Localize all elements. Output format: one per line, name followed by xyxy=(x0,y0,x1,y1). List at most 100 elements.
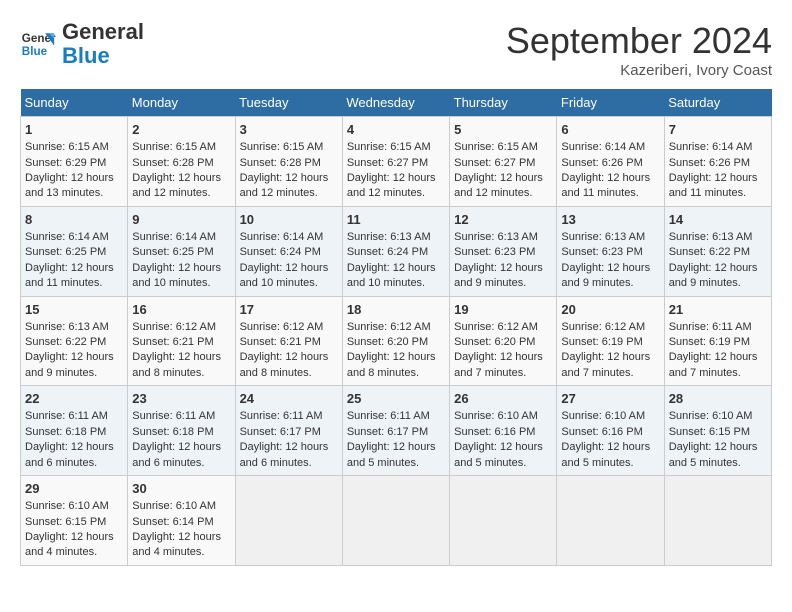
day-info-line: Daylight: 12 hours xyxy=(132,350,230,365)
day-info-line: and 10 minutes. xyxy=(132,276,230,291)
day-number: 2 xyxy=(132,121,230,139)
day-info-line: and 8 minutes. xyxy=(347,366,445,381)
day-info-line: Daylight: 12 hours xyxy=(240,261,338,276)
day-info-line: Daylight: 12 hours xyxy=(454,171,552,186)
day-info-line: and 7 minutes. xyxy=(669,366,767,381)
header-saturday: Saturday xyxy=(664,89,771,117)
day-info-line: and 13 minutes. xyxy=(25,186,123,201)
calendar-day-1: 1Sunrise: 6:15 AMSunset: 6:29 PMDaylight… xyxy=(21,117,128,207)
day-info-line: Sunset: 6:16 PM xyxy=(454,425,552,440)
day-info-line: Daylight: 12 hours xyxy=(669,171,767,186)
day-info-line: Sunrise: 6:10 AM xyxy=(669,409,767,424)
calendar-day-2: 2Sunrise: 6:15 AMSunset: 6:28 PMDaylight… xyxy=(128,117,235,207)
day-info-line: and 12 minutes. xyxy=(240,186,338,201)
day-info-line: Sunset: 6:20 PM xyxy=(454,335,552,350)
day-info-line: Sunrise: 6:15 AM xyxy=(240,140,338,155)
day-info-line: Daylight: 12 hours xyxy=(132,171,230,186)
logo-icon: General Blue xyxy=(20,26,56,62)
day-info-line: Daylight: 12 hours xyxy=(561,261,659,276)
calendar-day-6: 6Sunrise: 6:14 AMSunset: 6:26 PMDaylight… xyxy=(557,117,664,207)
day-info-line: Sunset: 6:25 PM xyxy=(25,245,123,260)
day-info-line: Sunrise: 6:13 AM xyxy=(25,320,123,335)
day-info-line: Sunset: 6:20 PM xyxy=(347,335,445,350)
day-info-line: Sunset: 6:27 PM xyxy=(347,156,445,171)
day-info-line: Daylight: 12 hours xyxy=(669,350,767,365)
month-title: September 2024 xyxy=(506,20,772,62)
day-info-line: Sunrise: 6:15 AM xyxy=(25,140,123,155)
day-number: 19 xyxy=(454,301,552,319)
day-info-line: Sunrise: 6:12 AM xyxy=(240,320,338,335)
day-info-line: and 4 minutes. xyxy=(25,545,123,560)
day-info-line: Sunset: 6:28 PM xyxy=(240,156,338,171)
day-number: 25 xyxy=(347,390,445,408)
day-number: 8 xyxy=(25,211,123,229)
day-info-line: Sunrise: 6:14 AM xyxy=(240,230,338,245)
day-info-line: and 5 minutes. xyxy=(561,456,659,471)
calendar-day-4: 4Sunrise: 6:15 AMSunset: 6:27 PMDaylight… xyxy=(342,117,449,207)
day-info-line: Sunrise: 6:11 AM xyxy=(25,409,123,424)
day-info-line: and 4 minutes. xyxy=(132,545,230,560)
day-info-line: Sunrise: 6:10 AM xyxy=(561,409,659,424)
day-info-line: and 11 minutes. xyxy=(25,276,123,291)
day-info-line: and 6 minutes. xyxy=(132,456,230,471)
calendar-empty xyxy=(450,476,557,566)
day-info-line: Sunrise: 6:12 AM xyxy=(454,320,552,335)
calendar-day-27: 27Sunrise: 6:10 AMSunset: 6:16 PMDayligh… xyxy=(557,386,664,476)
day-info-line: Sunset: 6:27 PM xyxy=(454,156,552,171)
day-number: 18 xyxy=(347,301,445,319)
day-info-line: Sunset: 6:16 PM xyxy=(561,425,659,440)
logo-text-line1: General xyxy=(62,20,144,44)
day-info-line: and 6 minutes. xyxy=(25,456,123,471)
calendar-day-7: 7Sunrise: 6:14 AMSunset: 6:26 PMDaylight… xyxy=(664,117,771,207)
day-info-line: Sunrise: 6:10 AM xyxy=(454,409,552,424)
day-number: 27 xyxy=(561,390,659,408)
calendar-week-2: 8 Sunrise: 6:14 AM Sunset: 6:25 PM Daylight… xyxy=(21,206,772,296)
calendar-day-30: 30Sunrise: 6:10 AMSunset: 6:14 PMDayligh… xyxy=(128,476,235,566)
calendar-day-17: 17Sunrise: 6:12 AMSunset: 6:21 PMDayligh… xyxy=(235,296,342,386)
day-info-line: Daylight: 12 hours xyxy=(561,171,659,186)
calendar-day-3: 3Sunrise: 6:15 AMSunset: 6:28 PMDaylight… xyxy=(235,117,342,207)
header-sunday: Sunday xyxy=(21,89,128,117)
day-info-line: and 12 minutes. xyxy=(347,186,445,201)
day-number: 1 xyxy=(25,121,123,139)
day-info-line: Daylight: 12 hours xyxy=(454,440,552,455)
day-info-line: Daylight: 12 hours xyxy=(561,440,659,455)
day-info-line: Sunset: 6:26 PM xyxy=(669,156,767,171)
day-info-line: Daylight: 12 hours xyxy=(25,171,123,186)
title-block: September 2024 Kazeriberi, Ivory Coast xyxy=(506,20,772,79)
day-number: 22 xyxy=(25,390,123,408)
day-info-line: Sunset: 6:23 PM xyxy=(454,245,552,260)
day-info-line: Sunset: 6:22 PM xyxy=(669,245,767,260)
day-number: 10 xyxy=(240,211,338,229)
day-info-line: Daylight: 12 hours xyxy=(669,440,767,455)
day-info-line: and 10 minutes. xyxy=(347,276,445,291)
day-number: 5 xyxy=(454,121,552,139)
day-number: 30 xyxy=(132,480,230,498)
calendar-day-26: 26Sunrise: 6:10 AMSunset: 6:16 PMDayligh… xyxy=(450,386,557,476)
day-info-line: Sunrise: 6:13 AM xyxy=(561,230,659,245)
day-info-line: Sunset: 6:19 PM xyxy=(561,335,659,350)
day-number: 3 xyxy=(240,121,338,139)
calendar-day-21: 21Sunrise: 6:11 AMSunset: 6:19 PMDayligh… xyxy=(664,296,771,386)
day-info-line: Sunrise: 6:14 AM xyxy=(132,230,230,245)
day-info-line: Sunset: 6:26 PM xyxy=(561,156,659,171)
calendar-header-row: SundayMondayTuesdayWednesdayThursdayFrid… xyxy=(21,89,772,117)
day-number: 11 xyxy=(347,211,445,229)
day-number: 6 xyxy=(561,121,659,139)
day-info-line: Daylight: 12 hours xyxy=(561,350,659,365)
day-number: 26 xyxy=(454,390,552,408)
day-info-line: Daylight: 12 hours xyxy=(132,530,230,545)
calendar-week-1: 1Sunrise: 6:15 AMSunset: 6:29 PMDaylight… xyxy=(21,117,772,207)
day-number: 23 xyxy=(132,390,230,408)
calendar-day-9: 9Sunrise: 6:14 AMSunset: 6:25 PMDaylight… xyxy=(128,206,235,296)
day-info-line: Sunrise: 6:13 AM xyxy=(669,230,767,245)
day-info-line: Daylight: 12 hours xyxy=(25,440,123,455)
calendar-week-5: 29Sunrise: 6:10 AMSunset: 6:15 PMDayligh… xyxy=(21,476,772,566)
day-info-line: Sunset: 6:17 PM xyxy=(240,425,338,440)
calendar-empty xyxy=(557,476,664,566)
calendar-day-22: 22Sunrise: 6:11 AMSunset: 6:18 PMDayligh… xyxy=(21,386,128,476)
day-info-line: and 12 minutes. xyxy=(132,186,230,201)
day-info-line: Daylight: 12 hours xyxy=(347,350,445,365)
calendar-day-11: 11Sunrise: 6:13 AMSunset: 6:24 PMDayligh… xyxy=(342,206,449,296)
calendar-week-4: 22Sunrise: 6:11 AMSunset: 6:18 PMDayligh… xyxy=(21,386,772,476)
